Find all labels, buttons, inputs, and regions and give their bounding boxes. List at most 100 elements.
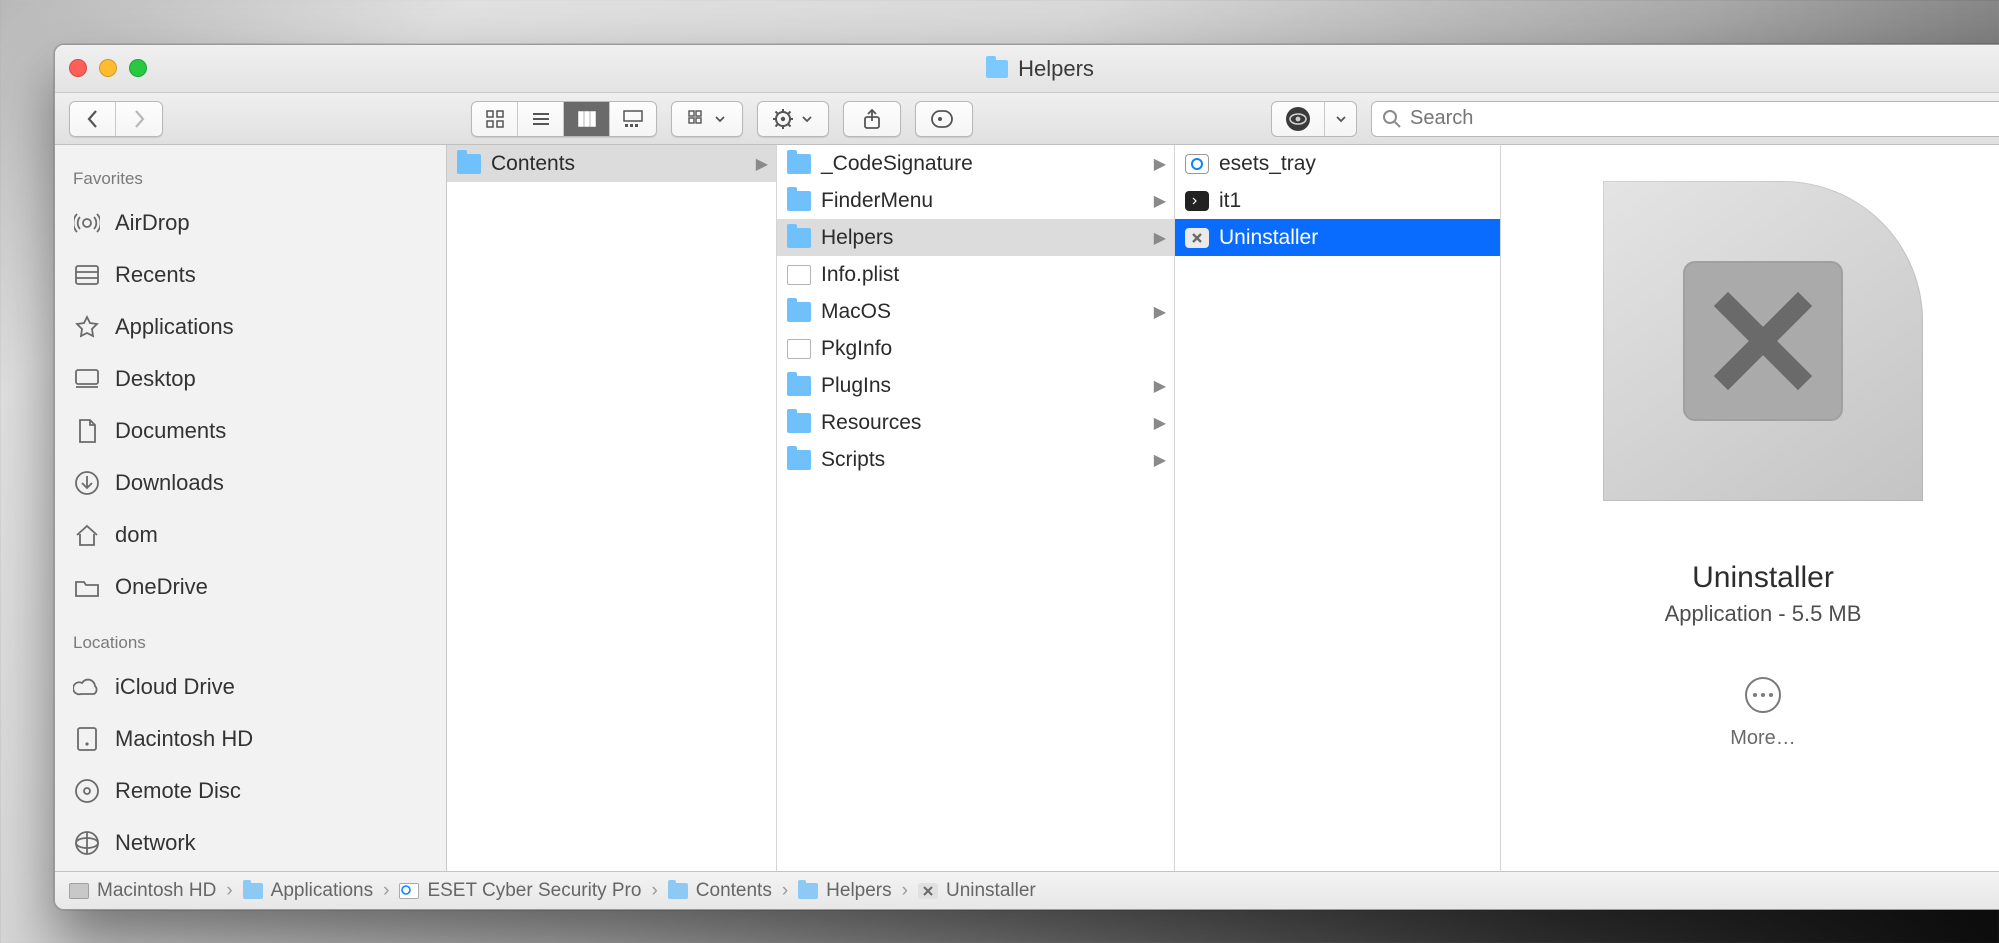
- file-label: it1: [1219, 189, 1241, 213]
- file-row[interactable]: MacOS ▶: [777, 293, 1174, 330]
- home-icon: [73, 521, 101, 549]
- preview-more[interactable]: More…: [1730, 677, 1796, 750]
- column-1[interactable]: Contents▶: [447, 145, 777, 871]
- x-icon: [1683, 261, 1843, 421]
- sidebar-item-label: Macintosh HD: [115, 726, 253, 752]
- file-row[interactable]: PkgInfo: [777, 330, 1174, 367]
- file-label: PkgInfo: [821, 337, 892, 361]
- folder-icon: [668, 883, 688, 899]
- sidebar[interactable]: FavoritesAirDropRecentsApplicationsDeskt…: [55, 145, 447, 871]
- file-row[interactable]: Resources▶: [777, 404, 1174, 441]
- column-3[interactable]: esets_tray it1 Uninstaller: [1175, 145, 1501, 871]
- search-input[interactable]: [1410, 107, 1999, 130]
- file-row[interactable]: FinderMenu ▶: [777, 182, 1174, 219]
- hdd-icon: [69, 883, 89, 899]
- sidebar-item-network[interactable]: Network: [67, 817, 434, 869]
- titlebar[interactable]: Helpers: [55, 45, 1999, 93]
- path-crumb[interactable]: Contents: [668, 880, 772, 902]
- sidebar-item-remote-disc[interactable]: Remote Disc: [67, 765, 434, 817]
- file-label: Info.plist: [821, 263, 899, 287]
- path-crumb[interactable]: Helpers: [798, 880, 891, 902]
- sidebar-item-documents[interactable]: Documents: [67, 405, 434, 457]
- path-crumb[interactable]: Macintosh HD: [69, 880, 216, 902]
- file-label: _CodeSignature: [821, 152, 973, 176]
- sidebar-item-applications[interactable]: Applications: [67, 301, 434, 353]
- gallery-view-button[interactable]: [610, 102, 656, 136]
- path-crumb-label: Macintosh HD: [97, 880, 216, 902]
- sidebar-item-airdrop[interactable]: AirDrop: [67, 197, 434, 249]
- sidebar-item-recents[interactable]: Recents: [67, 249, 434, 301]
- share-button[interactable]: [843, 101, 901, 137]
- folder-icon: [787, 376, 811, 396]
- quick-look-button[interactable]: [1272, 105, 1324, 133]
- file-row[interactable]: Helpers▶: [777, 219, 1174, 256]
- nav-buttons: [69, 101, 163, 137]
- disc-icon: [73, 777, 101, 805]
- path-bar[interactable]: Macintosh HD›Applications›ESET Cyber Sec…: [55, 871, 1999, 909]
- sidebar-item-downloads[interactable]: Downloads: [67, 457, 434, 509]
- folder-icon: [787, 413, 811, 433]
- path-crumb-label: Applications: [271, 880, 373, 902]
- recents-icon: [73, 261, 101, 289]
- chevron-right-icon: ▶: [756, 154, 768, 174]
- column-view-button[interactable]: [564, 102, 610, 136]
- path-crumb-label: Contents: [696, 880, 772, 902]
- sidebar-item-label: iCloud Drive: [115, 674, 235, 700]
- quick-look-dropdown[interactable]: [1324, 102, 1356, 136]
- file-label: Uninstaller: [1219, 226, 1318, 250]
- x-icon: [1185, 228, 1209, 248]
- sidebar-item-onedrive[interactable]: OneDrive: [67, 561, 434, 613]
- forward-button[interactable]: [116, 102, 162, 136]
- column-2[interactable]: _CodeSignature▶FinderMenu▶Helpers▶Info.p…: [777, 145, 1175, 871]
- list-view-button[interactable]: [518, 102, 564, 136]
- path-separator: ›: [782, 880, 788, 902]
- file-label: Scripts: [821, 448, 885, 472]
- group-by-button[interactable]: [671, 101, 743, 137]
- icon-view-button[interactable]: [472, 102, 518, 136]
- file-row[interactable]: Scripts ▶: [777, 441, 1174, 478]
- file-row[interactable]: _CodeSignature▶: [777, 145, 1174, 182]
- search-icon: [1382, 109, 1402, 129]
- file-row[interactable]: Info.plist: [777, 256, 1174, 293]
- toolbar: [55, 93, 1999, 145]
- sidebar-item-label: Documents: [115, 418, 226, 444]
- file-row[interactable]: esets_tray: [1175, 145, 1500, 182]
- path-crumb[interactable]: Uninstaller: [918, 880, 1036, 902]
- sidebar-item-macintosh-hd[interactable]: Macintosh HD: [67, 713, 434, 765]
- file-row[interactable]: Contents▶: [447, 145, 776, 182]
- folder-icon: [457, 154, 481, 174]
- more-icon: [1745, 677, 1781, 713]
- window-title: Helpers: [55, 56, 1999, 82]
- x-icon: [918, 883, 938, 899]
- window-title-text: Helpers: [1018, 56, 1094, 82]
- action-button[interactable]: [757, 101, 829, 137]
- folder-icon: [787, 191, 811, 211]
- search-field[interactable]: [1371, 101, 1999, 137]
- downloads-icon: [73, 469, 101, 497]
- file-label: Helpers: [821, 226, 893, 250]
- applications-icon: [73, 313, 101, 341]
- file-row[interactable]: Uninstaller: [1175, 219, 1500, 256]
- sidebar-item-label: Downloads: [115, 470, 224, 496]
- chevron-right-icon: ▶: [1154, 191, 1166, 211]
- sidebar-heading: Locations: [73, 633, 434, 653]
- sidebar-item-dom[interactable]: dom: [67, 509, 434, 561]
- path-crumb[interactable]: Applications: [243, 880, 373, 902]
- file-row[interactable]: it1: [1175, 182, 1500, 219]
- documents-icon: [73, 417, 101, 445]
- folder-icon: [243, 883, 263, 899]
- network-icon: [73, 829, 101, 857]
- folder-icon: [787, 154, 811, 174]
- path-crumb[interactable]: ESET Cyber Security Pro: [399, 880, 641, 902]
- sidebar-item-desktop[interactable]: Desktop: [67, 353, 434, 405]
- sidebar-item-label: Desktop: [115, 366, 196, 392]
- chevron-right-icon: ▶: [1154, 450, 1166, 470]
- file-label: MacOS: [821, 300, 891, 324]
- sidebar-item-icloud-drive[interactable]: iCloud Drive: [67, 661, 434, 713]
- file-label: FinderMenu: [821, 189, 933, 213]
- chevron-right-icon: ▶: [1154, 302, 1166, 322]
- tags-button[interactable]: [915, 101, 973, 137]
- file-row[interactable]: PlugIns▶: [777, 367, 1174, 404]
- view-buttons: [471, 101, 657, 137]
- back-button[interactable]: [70, 102, 116, 136]
